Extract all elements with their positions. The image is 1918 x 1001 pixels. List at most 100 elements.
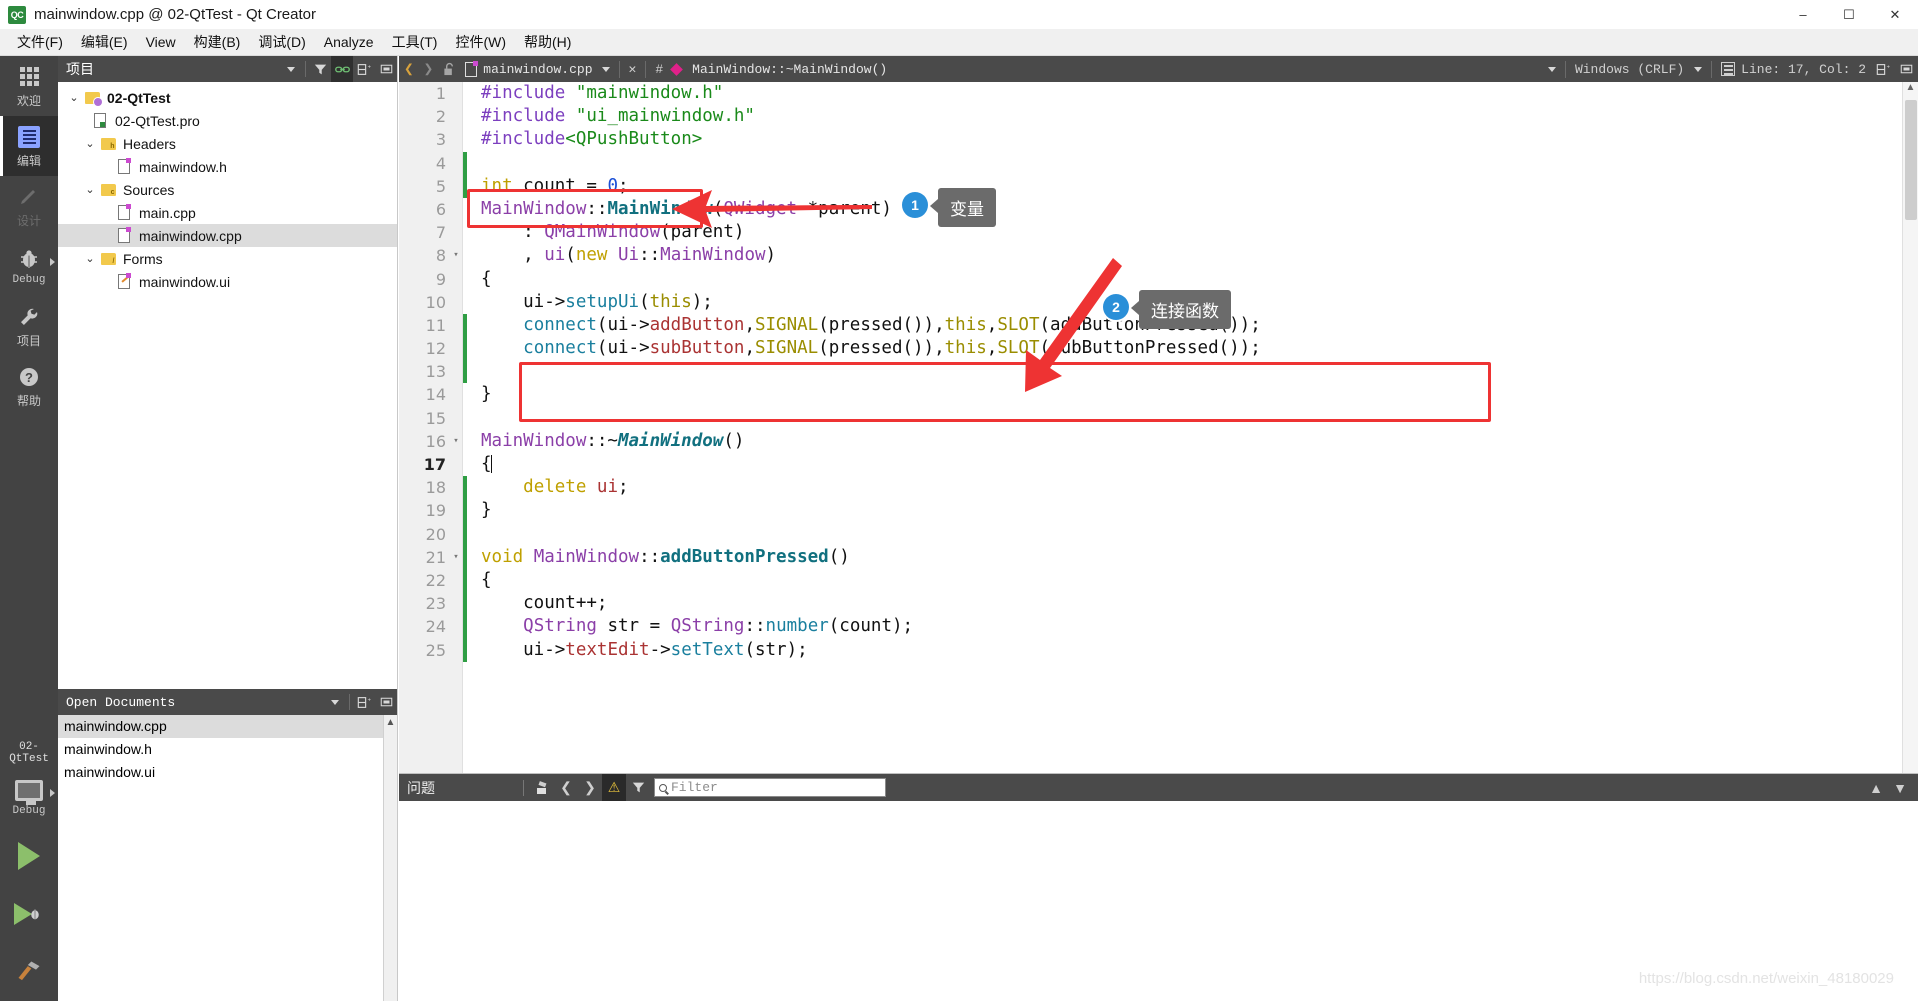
navigate-back-icon[interactable]: ❮: [399, 56, 419, 82]
twisty-icon[interactable]: ⌄: [82, 183, 98, 196]
code-editor[interactable]: 1 #include "mainwindow.h" 2 #include "ui_ma…: [399, 82, 1918, 773]
mode-design[interactable]: 设计: [0, 176, 58, 236]
minimize-icon[interactable]: –: [1780, 0, 1826, 29]
fold-marker-icon[interactable]: ▾: [449, 244, 463, 267]
code-line[interactable]: 21 ▾ void MainWindow::addButtonPressed(): [399, 545, 1918, 569]
menu-widgets[interactable]: 控件(W): [446, 28, 515, 56]
menu-analyze[interactable]: Analyze: [315, 30, 383, 54]
view-dropdown-button[interactable]: [280, 56, 302, 82]
maximize-panel-icon[interactable]: ▲: [1864, 774, 1888, 801]
close-dock-icon[interactable]: [375, 56, 397, 82]
mode-debug[interactable]: Debug: [0, 236, 58, 296]
scroll-up-icon[interactable]: ▲: [1903, 82, 1918, 93]
code-line[interactable]: 22 {: [399, 568, 1918, 593]
code-line[interactable]: 3 #include<QPushButton>: [399, 128, 1918, 151]
fold-marker-icon[interactable]: ▾: [449, 546, 463, 569]
line-ending-label[interactable]: Windows (CRLF): [1570, 56, 1689, 82]
menu-file[interactable]: 文件(F): [8, 28, 72, 56]
open-doc-item[interactable]: mainwindow.ui: [58, 761, 397, 784]
open-documents-scrollbar[interactable]: ▲: [383, 715, 397, 1001]
menu-help[interactable]: 帮助(H): [515, 28, 580, 56]
code-line[interactable]: 14}: [399, 383, 1918, 406]
tree-item-mainwindow-cpp[interactable]: mainwindow.cpp: [58, 224, 397, 247]
scroll-up-icon[interactable]: ▲: [384, 715, 397, 728]
split-icon[interactable]: +: [353, 56, 375, 82]
close-split-icon[interactable]: [1895, 56, 1918, 82]
kit-selector[interactable]: Debug: [0, 767, 58, 827]
build-button[interactable]: [0, 943, 58, 1001]
close-document-icon[interactable]: ✕: [624, 56, 642, 82]
code-line[interactable]: 16 ▾ MainWindow::~MainWindow(): [399, 430, 1918, 453]
mode-edit[interactable]: 编辑: [0, 116, 58, 176]
minimize-panel-icon[interactable]: ▼: [1888, 774, 1912, 801]
tree-item-sources[interactable]: ⌄ c Sources: [58, 178, 397, 201]
close-panel-icon[interactable]: [375, 689, 397, 715]
maximize-icon[interactable]: ☐: [1826, 0, 1872, 29]
code-line[interactable]: 9{: [399, 268, 1918, 291]
filter-input[interactable]: Filter: [654, 778, 886, 797]
tree-item-main-cpp[interactable]: main.cpp: [58, 201, 397, 224]
code-line[interactable]: 18 delete ui;: [399, 476, 1918, 500]
scrollbar-thumb[interactable]: [1905, 100, 1917, 220]
code-line[interactable]: 2 #include "ui_mainwindow.h": [399, 105, 1918, 128]
navigate-forward-icon[interactable]: ❯: [419, 56, 439, 82]
twisty-icon[interactable]: ⌄: [82, 252, 98, 265]
twisty-icon[interactable]: ⌄: [66, 91, 82, 104]
line-ending-dropdown-icon[interactable]: [1689, 56, 1707, 82]
code-line[interactable]: 5 int count = 0;: [399, 174, 1918, 198]
next-issue-icon[interactable]: ❯: [578, 774, 602, 801]
file-dropdown-icon[interactable]: [597, 56, 615, 82]
close-icon[interactable]: ✕: [1872, 0, 1918, 29]
twisty-icon[interactable]: ⌄: [82, 137, 98, 150]
code-line[interactable]: 24 QString str = QString::number(count);: [399, 615, 1918, 639]
split-icon[interactable]: +: [353, 689, 375, 715]
menu-build[interactable]: 构建(B): [185, 28, 250, 56]
current-file-chip[interactable]: mainwindow.cpp: [461, 60, 596, 77]
encoding-dropdown-icon[interactable]: [1543, 56, 1561, 82]
link-with-editor-icon[interactable]: [331, 56, 353, 82]
filter-icon[interactable]: [626, 774, 650, 801]
code-line[interactable]: 20: [399, 522, 1918, 546]
code-lines[interactable]: 1 #include "mainwindow.h" 2 #include "ui_ma…: [399, 82, 1918, 773]
tree-item-headers[interactable]: ⌄ h Headers: [58, 132, 397, 155]
code-line[interactable]: 15: [399, 407, 1918, 430]
code-line[interactable]: 19}: [399, 499, 1918, 523]
tree-item-pro-file[interactable]: 02-QtTest.pro: [58, 109, 397, 132]
unlock-icon[interactable]: [438, 56, 461, 82]
code-line[interactable]: 25 ui->textEdit->setText(str);: [399, 638, 1918, 662]
tree-item-forms[interactable]: ⌄ / Forms: [58, 247, 397, 270]
code-line[interactable]: 4: [399, 151, 1918, 175]
open-doc-item[interactable]: mainwindow.h: [58, 738, 397, 761]
menu-debug[interactable]: 调试(D): [249, 28, 314, 56]
menu-edit[interactable]: 编辑(E): [72, 28, 137, 56]
filter-icon[interactable]: [309, 56, 331, 82]
code-line[interactable]: 17 {: [399, 453, 1918, 476]
fold-marker-icon[interactable]: ▾: [449, 430, 463, 453]
code-line[interactable]: 13: [399, 360, 1918, 384]
mode-projects[interactable]: 项目: [0, 296, 58, 356]
symbol-selector[interactable]: MainWindow::~MainWindow(): [668, 62, 891, 77]
code-line[interactable]: 12 connect(ui->subButton,SIGNAL(pressed(…: [399, 337, 1918, 361]
open-doc-item[interactable]: mainwindow.cpp: [58, 715, 397, 738]
run-button[interactable]: [0, 827, 58, 885]
mode-welcome[interactable]: 欢迎: [0, 56, 58, 116]
previous-issue-icon[interactable]: ❮: [554, 774, 578, 801]
menu-tools[interactable]: 工具(T): [383, 28, 447, 56]
code-line[interactable]: 1 #include "mainwindow.h": [399, 82, 1918, 105]
open-docs-dropdown-button[interactable]: [324, 689, 346, 715]
code-line[interactable]: 23 count++;: [399, 592, 1918, 616]
debug-run-button[interactable]: [0, 885, 58, 943]
tree-item-mainwindow-ui[interactable]: mainwindow.ui: [58, 270, 397, 293]
clear-icon[interactable]: [530, 774, 554, 801]
split-editor-icon[interactable]: +: [1871, 56, 1895, 82]
tree-item-project[interactable]: ⌄ 02-QtTest: [58, 86, 397, 109]
editor-vertical-scrollbar[interactable]: ▲: [1902, 82, 1918, 773]
warning-filter-icon[interactable]: ⚠: [602, 774, 626, 801]
cursor-position-label[interactable]: Line: 17, Col: 2: [1716, 56, 1871, 82]
tree-item-mainwindow-h[interactable]: mainwindow.h: [58, 155, 397, 178]
code-line[interactable]: 6 MainWindow::MainWindow(QWidget *parent): [399, 198, 1918, 221]
menu-view[interactable]: View: [137, 30, 185, 54]
mode-help[interactable]: ? 帮助: [0, 356, 58, 416]
code-line[interactable]: 8 ▾ , ui(new Ui::MainWindow): [399, 244, 1918, 267]
code-line[interactable]: 7 : QMainWindow(parent): [399, 221, 1918, 244]
